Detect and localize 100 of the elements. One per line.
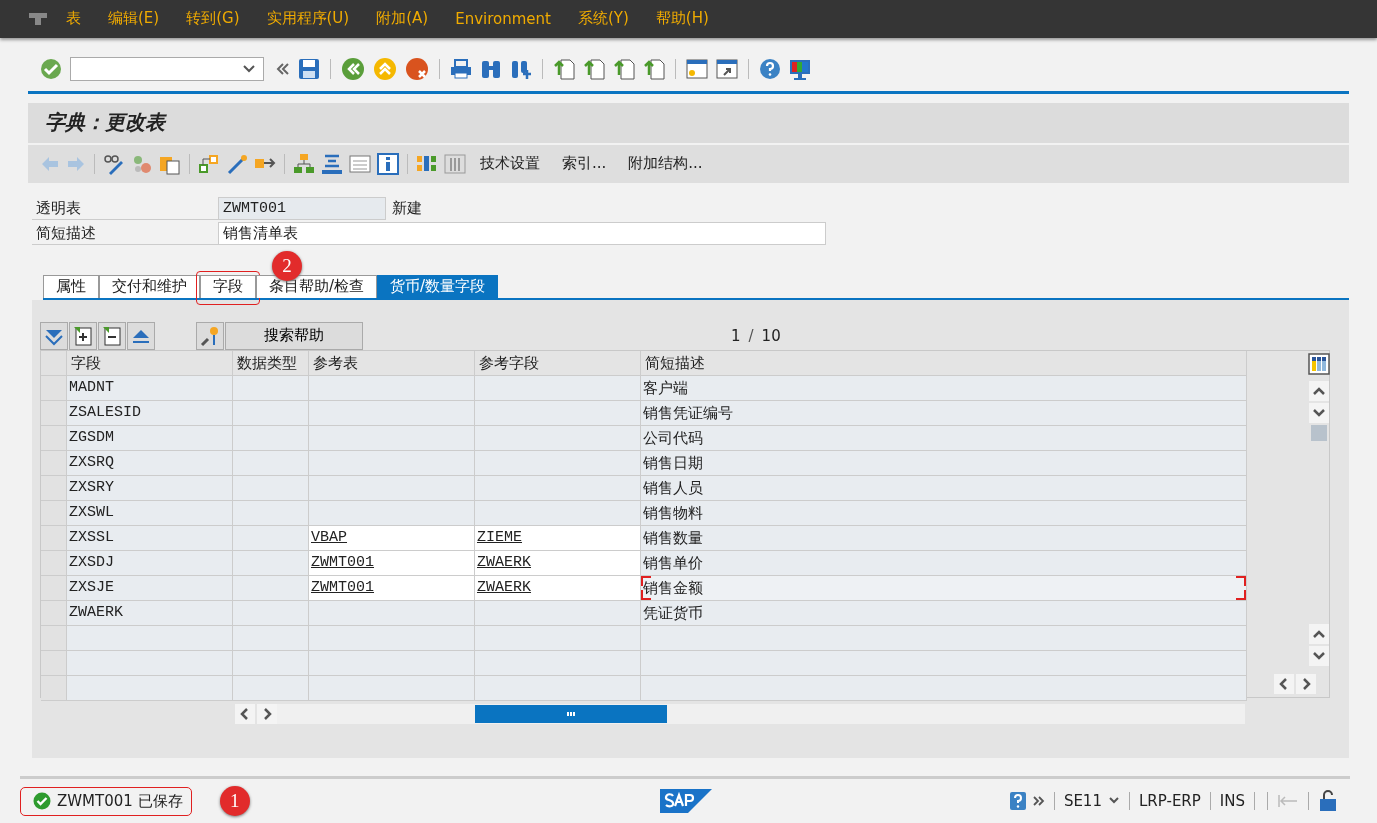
insert-row-icon[interactable] (69, 321, 97, 350)
page-number: 1 (731, 326, 741, 345)
scrollbar-thumb[interactable] (475, 704, 667, 723)
menu-item[interactable]: Environment (455, 9, 551, 28)
cancel-icon[interactable] (405, 56, 429, 81)
save-icon[interactable] (298, 57, 320, 80)
table-cell[interactable]: VBAP (309, 525, 475, 551)
print-icon[interactable] (450, 57, 472, 80)
table-cell: 销售数量 (641, 525, 1247, 551)
collapse-icon[interactable] (127, 321, 155, 350)
table-cell[interactable]: ZWAERK (475, 575, 641, 601)
search-help-button[interactable]: 搜索帮助 (225, 321, 363, 350)
table-cell: ZWAERK (67, 600, 233, 626)
table-cell: ZXSJE (67, 575, 233, 601)
menu-icon[interactable] (28, 11, 50, 26)
table-cell: 销售日期 (641, 450, 1247, 476)
filter-icon[interactable] (40, 321, 68, 350)
table-cell: 公司代码 (641, 425, 1247, 451)
table-cell[interactable]: ZWAERK (475, 550, 641, 576)
column-header[interactable]: 简短描述 (641, 350, 1247, 376)
shortcut-icon[interactable] (716, 57, 738, 80)
scroll-left-icon[interactable] (1274, 673, 1294, 694)
caret-icon[interactable] (243, 64, 255, 73)
table-cell: ZXSWL (67, 500, 233, 526)
table-cell: ZGSDM (67, 425, 233, 451)
info-icon[interactable] (377, 152, 399, 175)
status-text: 新建 (392, 198, 422, 218)
page-arrow-icon[interactable] (553, 57, 575, 80)
menu-item[interactable]: 表 (66, 9, 81, 29)
page-arrow-icon[interactable] (583, 57, 605, 80)
help-icon[interactable] (1008, 791, 1027, 812)
scroll-left-icon[interactable] (235, 703, 255, 724)
table-cell: 销售物料 (641, 500, 1247, 526)
back-icon[interactable] (341, 56, 365, 81)
scroll-down-icon[interactable] (1309, 645, 1329, 666)
scrollbar-thumb[interactable] (1311, 424, 1327, 441)
table-cell[interactable]: ZIEME (475, 525, 641, 551)
success-icon (33, 792, 51, 811)
delete-row-icon[interactable] (98, 321, 126, 350)
tab[interactable]: 字段 (200, 274, 256, 298)
table-cell[interactable]: ZWMT001 (309, 575, 475, 601)
menu-item[interactable]: 转到(G) (186, 9, 240, 29)
toolbar-button[interactable]: 技术设置 (472, 154, 548, 174)
column-header[interactable]: 字段 (67, 350, 233, 376)
page-arrow-icon[interactable] (613, 57, 635, 80)
table-cell: 客户端 (641, 375, 1247, 401)
scroll-down-icon[interactable] (1309, 402, 1329, 423)
double-chevron-icon[interactable] (276, 61, 290, 76)
tab[interactable]: 属性 (43, 274, 99, 298)
toolbar-button[interactable]: 索引... (554, 154, 615, 174)
menu-item[interactable]: 系统(Y) (577, 9, 629, 29)
column-header[interactable]: 数据类型 (233, 350, 309, 376)
scroll-right-icon[interactable] (1296, 673, 1316, 694)
check-icon[interactable] (40, 57, 62, 80)
tree-icon[interactable] (293, 152, 315, 175)
scroll-right-icon[interactable] (257, 703, 277, 724)
table-cell: 销售金额 (641, 575, 1247, 601)
stack-icon[interactable] (321, 152, 343, 175)
table-cell: 销售人员 (641, 475, 1247, 501)
list-window-icon[interactable] (349, 152, 371, 175)
table-cell: ZXSSL (67, 525, 233, 551)
input-field[interactable]: ZWMT001 (218, 196, 386, 220)
key-icon[interactable] (196, 321, 224, 350)
table-cell: 凭证货币 (641, 600, 1247, 626)
tab[interactable]: 条目帮助/检查 (256, 274, 378, 298)
help-icon[interactable] (759, 57, 781, 80)
columns-icon[interactable] (444, 152, 466, 175)
magic-wand-icon[interactable] (226, 152, 248, 175)
toolbar-button[interactable]: 附加结构... (620, 154, 711, 174)
column-layout-icon[interactable] (1308, 352, 1330, 375)
menu-item[interactable]: 附加(A) (376, 9, 429, 29)
command-field[interactable] (70, 56, 264, 81)
system-name: LRP-ERP (1138, 792, 1201, 811)
table-cell: ZXSDJ (67, 550, 233, 576)
page-total: 10 (761, 326, 781, 345)
column-header[interactable]: 参考表 (309, 350, 475, 376)
transaction-code[interactable]: SE11 (1063, 792, 1102, 811)
page-arrow-icon[interactable] (643, 57, 665, 80)
monitor-icon[interactable] (789, 57, 811, 80)
table-cell: 销售单价 (641, 550, 1247, 576)
tab[interactable]: 货币/数量字段 (377, 274, 499, 298)
scroll-up-icon[interactable] (1309, 623, 1329, 644)
table-cell: ZXSRY (67, 475, 233, 501)
logo-icon (660, 789, 712, 814)
hierarchy-icon[interactable] (198, 152, 220, 175)
table-cell: ZXSRQ (67, 450, 233, 476)
menu-item[interactable]: 编辑(E) (108, 9, 160, 29)
column-header[interactable]: 参考字段 (475, 350, 641, 376)
table-cell: MADNT (67, 375, 233, 401)
new-window-icon[interactable] (686, 57, 708, 80)
menu-item[interactable]: 帮助(H) (655, 9, 709, 29)
scroll-up-icon[interactable] (1309, 380, 1329, 401)
input-field[interactable]: 销售清单表 (218, 221, 826, 245)
menu-item[interactable]: 实用程序(U) (266, 9, 350, 29)
double-chevron-icon[interactable] (1032, 795, 1045, 808)
tab[interactable]: 交付和维护 (99, 274, 200, 298)
input-mode: INS (1219, 792, 1245, 811)
lock-icon[interactable] (1318, 790, 1338, 813)
table-cell[interactable]: ZWMT001 (309, 550, 475, 576)
glasses-pencil-icon[interactable] (103, 152, 125, 175)
